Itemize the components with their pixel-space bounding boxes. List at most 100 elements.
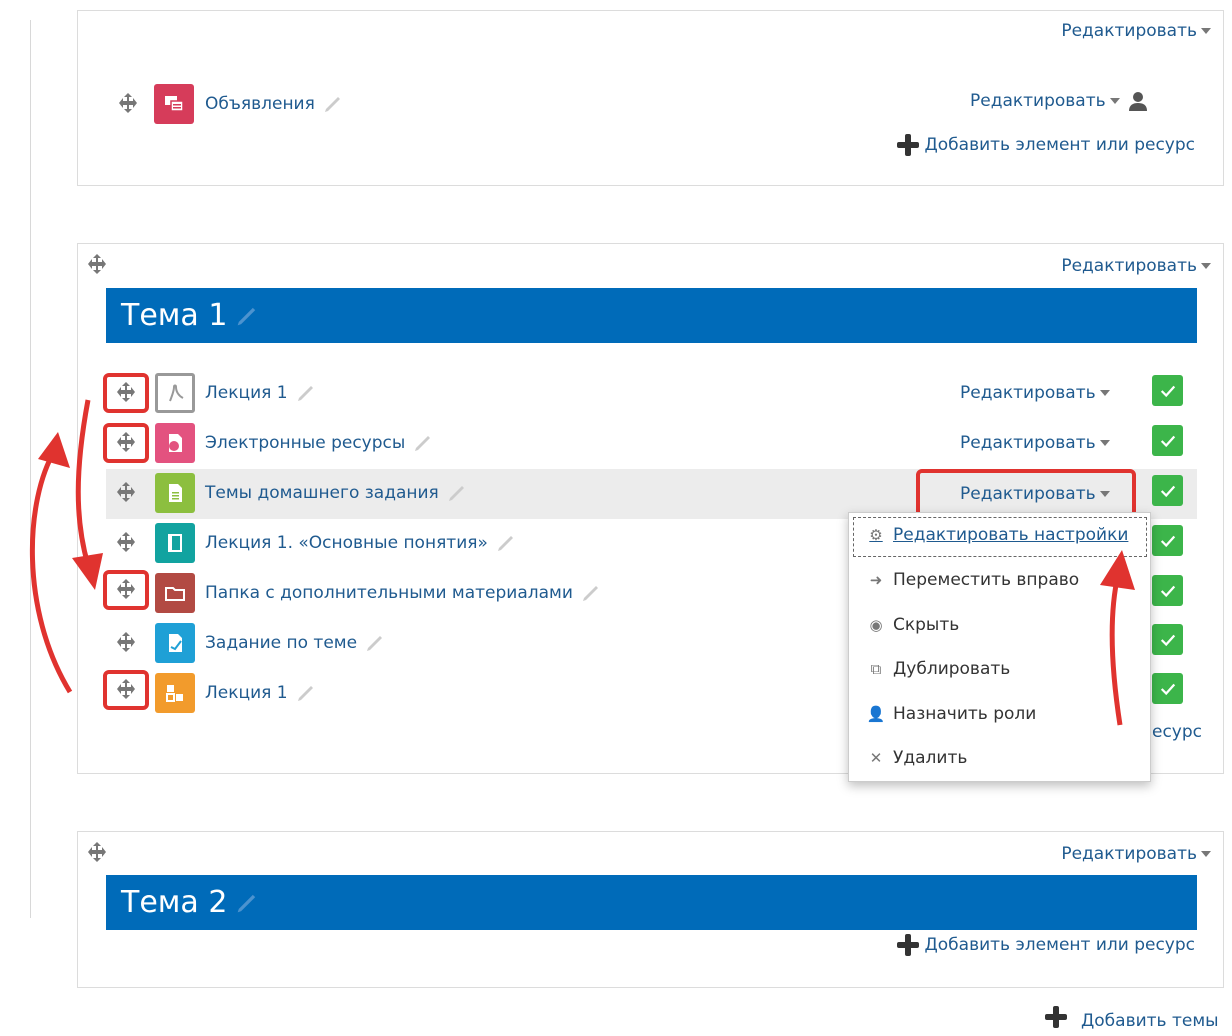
check-icon bbox=[1160, 634, 1175, 646]
section-general: Редактировать Объявления Редактировать Д… bbox=[77, 10, 1224, 186]
topic-title: Тема 1 bbox=[121, 298, 228, 333]
section-topic-2: Редактировать Тема 2 Добавить элемент ил… bbox=[77, 831, 1224, 988]
move-icon[interactable] bbox=[112, 478, 140, 506]
activity-link[interactable]: Электронные ресурсы bbox=[205, 431, 435, 455]
activity-link[interactable]: Лекция 1. «Основные понятия» bbox=[205, 531, 518, 555]
forum-icon bbox=[154, 84, 194, 124]
completion-checkbox[interactable] bbox=[1152, 475, 1183, 506]
activity-name: Темы домашнего задания bbox=[205, 483, 439, 503]
menu-item-duplicate[interactable]: ⧉ Дублировать bbox=[867, 659, 1011, 679]
add-topics-link[interactable]: Добавить темы bbox=[1045, 1006, 1219, 1036]
activity-edit-menu[interactable]: Редактировать bbox=[960, 484, 1110, 504]
topic-title-bar: Тема 2 bbox=[106, 875, 1197, 930]
pencil-icon[interactable] bbox=[363, 631, 387, 655]
activity-name: Объявления bbox=[205, 94, 315, 114]
activity-edit-menu[interactable]: Редактировать bbox=[960, 383, 1110, 403]
menu-item-label: Назначить роли bbox=[893, 704, 1037, 724]
pencil-icon[interactable] bbox=[321, 92, 345, 116]
move-icon[interactable] bbox=[112, 528, 140, 556]
copy-icon: ⧉ bbox=[870, 660, 882, 678]
move-icon[interactable] bbox=[112, 628, 140, 656]
caret-down-icon bbox=[1099, 491, 1110, 497]
menu-item-assign-roles[interactable]: 👤 Назначить роли bbox=[866, 704, 1037, 724]
menu-item-label: Удалить bbox=[893, 748, 968, 768]
pencil-icon[interactable] bbox=[579, 581, 603, 605]
left-divider bbox=[30, 20, 31, 918]
completion-checkbox[interactable] bbox=[1152, 425, 1183, 456]
close-icon: ✕ bbox=[869, 749, 883, 767]
completion-checkbox[interactable] bbox=[1152, 575, 1183, 606]
plus-icon bbox=[896, 934, 919, 956]
pencil-icon[interactable] bbox=[233, 302, 261, 330]
check-icon bbox=[1160, 485, 1175, 497]
pencil-icon[interactable] bbox=[233, 889, 261, 917]
add-activity-label: Добавить элемент или ресурс bbox=[924, 135, 1196, 155]
eye-icon: ◉ bbox=[869, 616, 883, 634]
activity-edit-menu[interactable]: Редактировать bbox=[970, 89, 1150, 113]
arrow-up-left bbox=[29, 448, 73, 694]
completion-checkbox[interactable] bbox=[1152, 375, 1183, 406]
menu-item-delete[interactable]: ✕ Удалить bbox=[867, 748, 968, 768]
activity-link[interactable]: Папка с дополнительными материалами bbox=[205, 581, 603, 605]
pencil-icon[interactable] bbox=[294, 681, 318, 705]
move-icon[interactable] bbox=[112, 575, 140, 603]
section-move-icon[interactable] bbox=[83, 838, 111, 866]
pencil-icon[interactable] bbox=[445, 481, 469, 505]
completion-checkbox[interactable] bbox=[1152, 525, 1183, 556]
user-icon[interactable] bbox=[1126, 89, 1150, 113]
add-activity-link[interactable]: Добавить элемент или ресурс bbox=[896, 934, 1196, 956]
check-icon bbox=[1160, 535, 1175, 547]
add-activity-link[interactable]: Добавить элемент или ресурс bbox=[896, 134, 1196, 156]
activity-link[interactable]: Лекция 1 bbox=[205, 681, 318, 705]
activity-name: Лекция 1. «Основные понятия» bbox=[205, 533, 488, 553]
plus-icon bbox=[1045, 1006, 1075, 1036]
section-edit-label: Редактировать bbox=[1061, 844, 1197, 864]
check-icon bbox=[1160, 585, 1175, 597]
activity-link[interactable]: Объявления bbox=[205, 92, 345, 116]
completion-checkbox[interactable] bbox=[1152, 624, 1183, 655]
activity-edit-label: Редактировать bbox=[960, 433, 1096, 453]
user-plus-icon: 👤 bbox=[866, 705, 886, 723]
activity-action-menu: ⚙ Редактировать настройки ➜ Переместить вп… bbox=[848, 512, 1151, 782]
url-icon bbox=[155, 423, 195, 463]
scorm-icon bbox=[155, 673, 195, 713]
move-icon[interactable] bbox=[112, 428, 140, 456]
add-activity-link[interactable]: есурс bbox=[1152, 722, 1202, 742]
check-icon bbox=[1160, 435, 1175, 447]
activity-link[interactable]: Лекция 1 bbox=[205, 381, 318, 405]
arrow-right-icon: ➜ bbox=[869, 571, 883, 589]
activity-edit-menu[interactable]: Редактировать bbox=[960, 433, 1110, 453]
caret-down-icon bbox=[1109, 98, 1120, 104]
section-edit-menu[interactable]: Редактировать bbox=[1061, 844, 1211, 864]
pdf-icon bbox=[155, 373, 195, 413]
check-icon bbox=[1160, 683, 1175, 695]
folder-icon bbox=[155, 573, 195, 613]
add-topics-label: Добавить темы bbox=[1081, 1011, 1219, 1031]
pencil-icon[interactable] bbox=[494, 531, 518, 555]
add-activity-label: есурс bbox=[1152, 722, 1203, 742]
assignment-icon bbox=[155, 623, 195, 663]
move-icon[interactable] bbox=[112, 378, 140, 406]
book-icon bbox=[155, 523, 195, 563]
add-activity-label: Добавить элемент или ресурс bbox=[924, 935, 1196, 955]
activity-link[interactable]: Задание по теме bbox=[205, 631, 387, 655]
caret-down-icon bbox=[1099, 390, 1110, 396]
move-icon[interactable] bbox=[114, 89, 142, 117]
activity-link[interactable]: Темы домашнего задания bbox=[205, 481, 469, 505]
menu-item-move-right[interactable]: ➜ Переместить вправо bbox=[867, 570, 1079, 590]
topic-title: Тема 2 bbox=[121, 885, 228, 920]
menu-item-hide[interactable]: ◉ Скрыть bbox=[867, 615, 959, 635]
section-edit-menu[interactable]: Редактировать bbox=[1061, 21, 1211, 41]
pencil-icon[interactable] bbox=[411, 431, 435, 455]
menu-item-label: Редактировать настройки bbox=[893, 525, 1129, 545]
menu-item-edit-settings[interactable]: ⚙ Редактировать настройки bbox=[867, 525, 1128, 545]
page-icon bbox=[155, 473, 195, 513]
pencil-icon[interactable] bbox=[294, 381, 318, 405]
arrowhead-icon bbox=[38, 432, 70, 468]
section-edit-menu[interactable]: Редактировать bbox=[1061, 256, 1211, 276]
section-move-icon[interactable] bbox=[83, 250, 111, 278]
completion-checkbox[interactable] bbox=[1152, 673, 1183, 704]
activity-edit-label: Редактировать bbox=[960, 383, 1096, 403]
activity-name: Лекция 1 bbox=[205, 383, 288, 403]
move-icon[interactable] bbox=[112, 675, 140, 703]
